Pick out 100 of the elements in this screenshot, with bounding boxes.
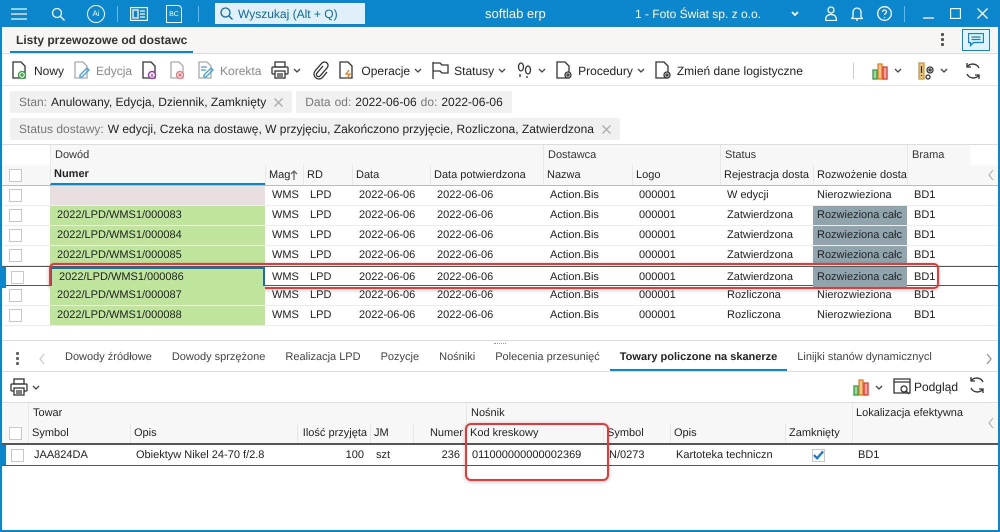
checkbox[interactable]	[8, 426, 22, 440]
splitter-handle[interactable]	[494, 343, 506, 344]
preview-button[interactable]: Podgląd	[892, 378, 958, 396]
table-cell-text: WMS	[271, 208, 300, 224]
column-header[interactable]: Symbol	[603, 423, 670, 443]
column-header[interactable]: Numer	[413, 423, 466, 443]
filter-chip[interactable]: Status dostawy: W edycji, Czeka na dostawę, W przyjęciu, Zakończono przyjęcie, Rozliczona, Zatwierdzona	[10, 118, 620, 140]
detail-tab[interactable]: Dowody źródłowe	[55, 346, 162, 371]
document-tab[interactable]: Listy przewozowe od dostawc	[10, 29, 194, 53]
column-header[interactable]: Ilość przyjęta	[297, 423, 370, 443]
comment-icon	[968, 33, 984, 47]
column-header[interactable]: Data	[352, 165, 430, 185]
table-cell-text: LPD	[309, 248, 332, 264]
checkbox[interactable]	[8, 168, 22, 182]
detail-tab[interactable]: Dowody sprzężone	[162, 346, 276, 371]
checkbox[interactable]	[8, 209, 22, 222]
detail-tab[interactable]: Nośniki	[429, 346, 486, 371]
column-header[interactable]: Mag	[265, 165, 303, 185]
operations-button[interactable]: Operacje	[337, 58, 424, 82]
table-cell: 2022/LPD/WMS1/000087	[50, 286, 265, 305]
table-row[interactable]: 2022/LPD/WMS1/000087 WMS LPD 2022-06-06 2022-06-06 Action.Bis 000001 Rozliczona Nierozwieziona BD1	[2, 286, 998, 306]
filter-label: Data	[305, 94, 331, 111]
close-icon[interactable]	[602, 124, 611, 134]
column-header[interactable]: Rejestracja dosta	[720, 165, 813, 185]
checkbox[interactable]	[8, 189, 22, 202]
table-row[interactable]: 2022/LPD/WMS1/000083 WMS LPD 2022-06-06 2022-06-06 Action.Bis 000001 Zatwierdzona Rozwieziona całc BD1	[2, 206, 998, 226]
chart-button[interactable]	[852, 378, 883, 396]
filter-label: do:	[420, 94, 438, 111]
checkbox[interactable]	[812, 448, 825, 462]
table-row[interactable]: 2022/LPD/WMS1/000086 WMS LPD 2022-06-06 2022-06-06 Action.Bis 000001 Zatwierdzona Rozwieziona całc BD1	[2, 266, 998, 286]
filter-chip[interactable]: Stan: Anulowany, Edycja, Dziennik, Zamknięty	[10, 91, 292, 113]
checkbox[interactable]	[10, 270, 24, 284]
detail-tab[interactable]: Realizacja LPD	[275, 346, 371, 371]
table-row[interactable]: WMS LPD 2022-06-06 2022-06-06 Action.Bis 000001 W edycji Nierozwieziona BD1	[2, 186, 998, 206]
kebab-icon[interactable]	[16, 352, 19, 365]
table-cell-text: 2022-06-06	[436, 228, 494, 244]
column-header[interactable]: Zamknięty	[785, 423, 852, 443]
kebab-icon[interactable]	[941, 33, 944, 46]
user-icon[interactable]	[825, 6, 837, 21]
column-header[interactable]: Kod kreskowy	[466, 423, 603, 443]
checkbox[interactable]	[10, 448, 24, 462]
column-header[interactable]: RD	[303, 165, 352, 185]
close-icon[interactable]	[274, 98, 284, 106]
column-header[interactable]: Nazwa	[543, 165, 632, 185]
table-cell-text: W edycji	[726, 188, 770, 204]
comment-button[interactable]	[962, 29, 990, 51]
print-button[interactable]	[10, 378, 40, 396]
table-cell-text: Zatwierdzona	[726, 248, 794, 264]
document-pencil-icon	[74, 61, 92, 80]
table-cell-text: LPD	[309, 208, 332, 224]
company-selector[interactable]: 1 - Foto Świat sp. z o.o.	[634, 4, 799, 22]
table-cell-text: BD1	[857, 448, 880, 463]
search-field[interactable]: Wyszukaj (Alt + Q)	[215, 3, 365, 24]
procedures-button[interactable]: Procedury	[554, 58, 647, 82]
column-header[interactable]: Logo	[632, 165, 720, 185]
window-title: softlab erp	[485, 4, 546, 23]
bell-icon[interactable]	[851, 6, 863, 21]
column-header[interactable]: Symbol	[28, 423, 130, 443]
table-cell-text: Action.Bis	[549, 228, 600, 244]
newspaper-icon[interactable]	[130, 6, 148, 20]
help-icon[interactable]	[877, 6, 892, 21]
column-header[interactable]: Opis	[130, 423, 297, 443]
table-row[interactable]: JAA824DA Obiektyw Nikel 24-70 f/2.8 100 szt 236 011000000000002369 N/0273 Kartoteka techniczn BD1	[2, 445, 998, 466]
table-row[interactable]: 2022/LPD/WMS1/000088 WMS LPD 2022-06-06 2022-06-06 Action.Bis 000001 Rozliczona Nierozwieziona BD1	[2, 306, 998, 326]
chevron-right-icon[interactable]	[984, 352, 992, 364]
caret-icon	[894, 67, 902, 74]
table-cell-text: Rozliczona	[726, 288, 782, 304]
column-header[interactable]: Lokalizacja efektywna	[852, 403, 972, 443]
table-cell-text: Zatwierdzona	[726, 208, 794, 224]
new-button[interactable]: Nowy	[10, 58, 66, 82]
table-row[interactable]: 2022/LPD/WMS1/000085 WMS LPD 2022-06-06 2022-06-06 Action.Bis 000001 Zatwierdzona Rozwieziona całc BD1	[2, 246, 998, 266]
table-cell-text: 000001	[638, 270, 677, 285]
search-icon[interactable]	[51, 6, 65, 20]
change-logistics-button[interactable]: Zmień dane logistyczne	[652, 58, 805, 82]
table-cell-text: Obiektyw Nikel 24-70 f/2.8	[135, 448, 266, 463]
checkbox[interactable]	[8, 249, 22, 262]
checkbox[interactable]	[8, 309, 22, 322]
column-header[interactable]: Data potwierdzona	[430, 165, 543, 185]
column-header[interactable]: Rozwożenie dosta	[813, 165, 907, 185]
column-header[interactable]: Opis	[670, 423, 785, 443]
detail-tab[interactable]: Pozycje	[370, 346, 430, 371]
table-cell-text: 2022-06-06	[436, 188, 494, 204]
menu-icon[interactable]	[11, 8, 27, 20]
statuses-button[interactable]: Statusy	[430, 58, 508, 82]
table-cell-text: WMS	[271, 248, 300, 264]
table-cell-text: Kartoteka techniczn	[675, 448, 774, 463]
detail-tab[interactable]: Towary policzone na skanerze	[610, 346, 788, 371]
column-header[interactable]: JM	[370, 423, 413, 443]
detail-tab[interactable]: Polecenia przesunięć	[485, 346, 610, 371]
table-row[interactable]: 2022/LPD/WMS1/000084 WMS LPD 2022-06-06 2022-06-06 Action.Bis 000001 Zatwierdzona Rozwieziona całc BD1	[2, 226, 998, 246]
detail-tab[interactable]: Linijki stanów dynamicznycl	[787, 346, 942, 371]
table-cell-text: Nierozwieziona	[816, 188, 893, 204]
chevron-down-icon	[791, 10, 799, 16]
filter-chip[interactable]: Data od: 2022-06-06 do: 2022-06-06	[296, 91, 512, 113]
checkbox[interactable]	[8, 229, 22, 242]
ai-button[interactable]: Ai	[87, 4, 105, 22]
checkbox[interactable]	[8, 289, 22, 302]
table-cell-text: BD1	[913, 248, 936, 264]
column-group-header: Dostawca	[543, 145, 720, 165]
maximize-icon[interactable]	[950, 8, 961, 19]
